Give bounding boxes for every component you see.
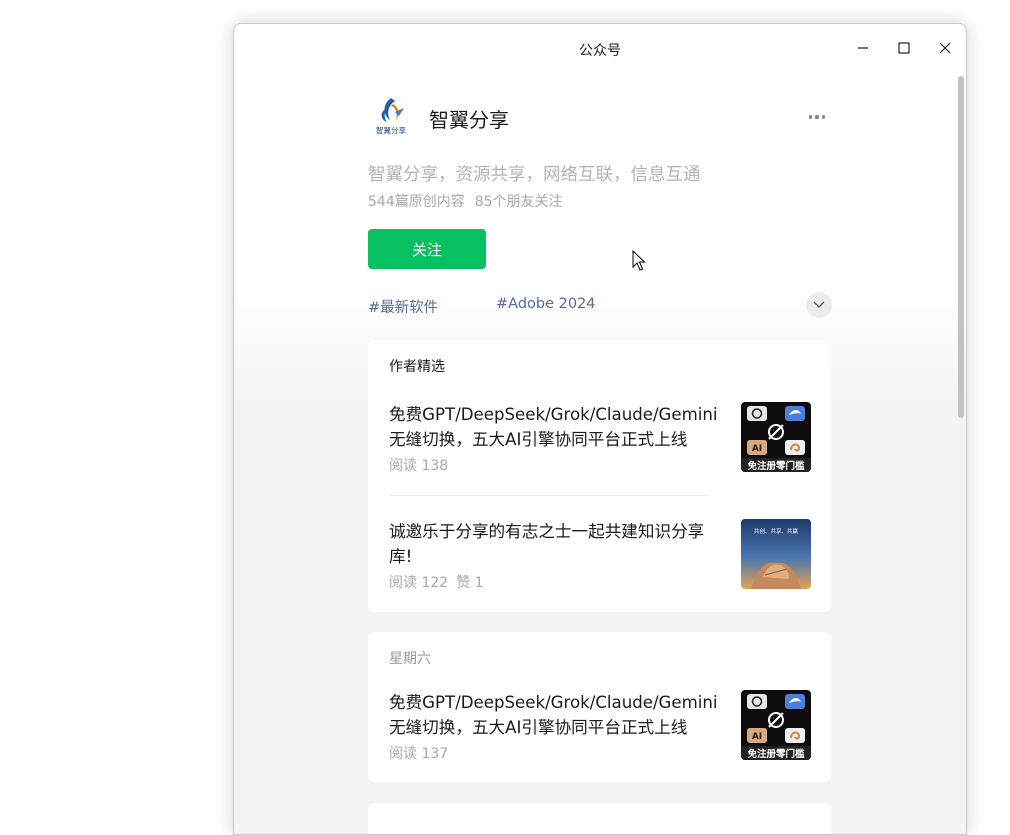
svg-text:免注册零门槛: 免注册零门槛 [747, 460, 805, 472]
like-count: 赞 1 [456, 575, 484, 591]
article-item[interactable]: 免费GPT/DeepSeek/Grok/Claude/Gemini无缝切换，五大… [389, 690, 812, 762]
read-count: 阅读 138 [389, 458, 449, 474]
mouse-cursor-icon [632, 250, 646, 271]
article-meta: 阅读 122 赞 1 [389, 572, 484, 592]
article-title: 诚邀乐于分享的有志之士一起共建知识分享库! [389, 522, 705, 566]
read-count: 阅读 122 [389, 575, 449, 591]
vertical-scrollbar[interactable] [957, 76, 965, 834]
article-thumbnail: AI 免注册零门槛 [741, 690, 811, 760]
tag-latest-software[interactable]: #最新软件 [368, 296, 438, 317]
article-meta: 阅读 138 [389, 455, 448, 475]
article-thumbnail: 共创、共享、共赢 [741, 519, 811, 589]
article-title: 免费GPT/DeepSeek/Grok/Claude/Gemini无缝切换，五大… [389, 405, 718, 449]
original-count: 544篇原创内容 [368, 194, 465, 210]
maximize-button[interactable] [892, 36, 916, 60]
featured-header: 作者精选 [389, 359, 445, 375]
featured-card: 作者精选 免费GPT/DeepSeek/Grok/Claude/Gemini无缝… [368, 340, 831, 612]
follow-button[interactable]: 关注 [368, 229, 486, 269]
chevron-down-icon [813, 301, 825, 308]
account-avatar[interactable]: 智翼分享 [368, 94, 414, 140]
friends-following: 85个朋友关注 [474, 194, 563, 210]
more-options-button[interactable] [804, 104, 830, 130]
saturday-card: 星期六 免费GPT/DeepSeek/Grok/Claude/Gemini无缝切… [368, 632, 831, 782]
next-date-card [368, 803, 831, 834]
svg-text:AI: AI [752, 444, 762, 454]
article-title: 免费GPT/DeepSeek/Grok/Claude/Gemini无缝切换，五大… [389, 693, 718, 737]
date-header: 星期六 [389, 651, 431, 667]
minimize-button[interactable] [851, 36, 875, 60]
more-dots-icon [808, 115, 813, 119]
minimize-icon [858, 47, 868, 49]
article-item[interactable]: 免费GPT/DeepSeek/Grok/Claude/Gemini无缝切换，五大… [389, 402, 812, 474]
account-description: 智翼分享，资源共享，网络互联，信息互通 [368, 165, 701, 185]
svg-text:共创、共享、共赢: 共创、共享、共赢 [754, 527, 799, 535]
svg-text:智翼分享: 智翼分享 [376, 125, 406, 135]
article-meta: 阅读 137 [389, 743, 448, 763]
official-account-window: 公众号 智翼分享 智翼分享 智翼分享，资源共享，网络互联，信息互通 544篇原创… [233, 23, 967, 835]
article-thumbnail: AI 免注册零门槛 [741, 402, 811, 472]
close-button[interactable] [933, 36, 957, 60]
account-name: 智翼分享 [429, 108, 509, 132]
expand-tags-button[interactable] [806, 292, 832, 318]
title-bar[interactable]: 公众号 [234, 24, 966, 76]
maximize-icon [898, 42, 910, 54]
divider [389, 495, 709, 496]
read-count: 阅读 137 [389, 746, 449, 762]
account-stats: 544篇原创内容 85个朋友关注 [368, 191, 563, 211]
scrollbar-thumb[interactable] [958, 76, 964, 418]
tag-adobe-2024[interactable]: #Adobe 2024 [496, 296, 596, 312]
close-icon [939, 42, 951, 54]
article-item[interactable]: 诚邀乐于分享的有志之士一起共建知识分享库! 阅读 122 赞 1 共创、共享、共赢 [389, 519, 812, 591]
svg-text:免注册零门槛: 免注册零门槛 [747, 748, 805, 760]
svg-text:AI: AI [752, 732, 762, 742]
